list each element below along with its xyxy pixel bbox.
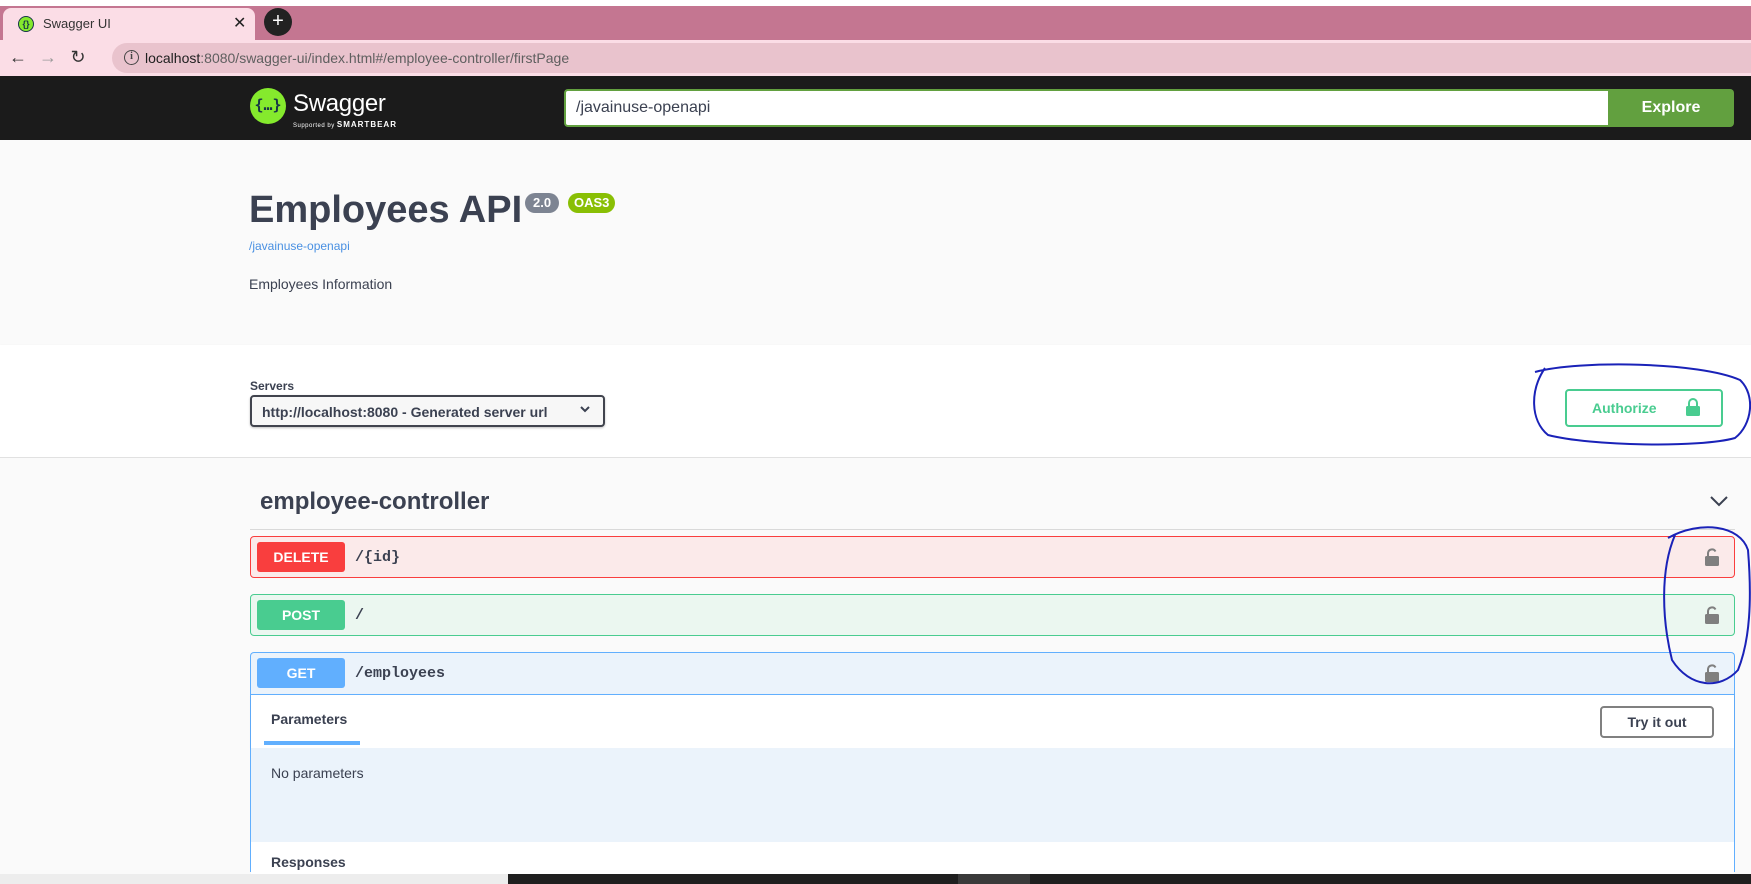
operation-get-employees[interactable]: GET /employees Parameters Try it out No … (250, 652, 1735, 882)
api-title: Employees API (249, 189, 523, 231)
spec-url-input[interactable] (564, 89, 1610, 127)
tab-title: Swagger UI (43, 16, 111, 31)
api-description: Employees Information (249, 276, 393, 292)
oas-badge: OAS3 (568, 193, 616, 213)
tab-parameters[interactable]: Parameters (271, 711, 347, 727)
swagger-topbar: {…} Swagger Supported by SMARTBEAR Explo… (0, 76, 1751, 140)
browser-tab[interactable]: {} Swagger UI ✕ (3, 8, 255, 40)
chevron-down-icon[interactable] (1709, 494, 1729, 513)
version-badge: 2.0 (525, 193, 560, 213)
api-info: Employees API 2.0 OAS3 /javainuse-openap… (0, 140, 1751, 345)
lock-icon[interactable] (1704, 547, 1720, 572)
tag-header-employee-controller[interactable]: employee-controller (250, 485, 1735, 530)
authorize-label: Authorize (1592, 400, 1657, 416)
method-badge-delete: DELETE (257, 542, 345, 572)
reload-icon[interactable]: ↻ (66, 45, 90, 69)
operation-path: /{id} (355, 549, 401, 566)
taskbar-strip (0, 874, 1751, 884)
url-path: :8080/swagger-ui/index.html#/employee-co… (200, 50, 570, 66)
tag-title: employee-controller (260, 488, 490, 515)
url-host: localhost (145, 50, 201, 66)
browser-toolbar: ← → ↻ i localhost:8080/swagger-ui/index.… (0, 40, 1751, 76)
address-url[interactable]: localhost:8080/swagger-ui/index.html#/em… (145, 50, 569, 66)
chevron-down-icon (579, 403, 591, 418)
new-tab-button[interactable]: + (264, 8, 292, 36)
address-bar[interactable]: i localhost:8080/swagger-ui/index.html#/… (112, 43, 1751, 73)
method-badge-post: POST (257, 600, 345, 630)
lock-icon[interactable] (1704, 605, 1720, 630)
servers-select[interactable]: http://localhost:8080 - Generated server… (250, 395, 605, 427)
operations-section: employee-controller DELETE /{id} POST / … (0, 458, 1751, 884)
tagline-brand: SMARTBEAR (336, 120, 397, 129)
operation-delete-id[interactable]: DELETE /{id} (250, 536, 1735, 578)
authorize-button[interactable]: Authorize (1565, 389, 1723, 427)
parameters-body: No parameters (251, 748, 1734, 842)
tab-close-icon[interactable]: ✕ (233, 13, 246, 33)
servers-label: Servers (250, 379, 295, 393)
scheme-container: Servers http://localhost:8080 - Generate… (0, 345, 1751, 458)
parameters-header: Parameters Try it out (251, 694, 1734, 748)
taskbar-search-area (0, 874, 508, 884)
operation-body: Parameters Try it out No parameters Resp… (251, 694, 1734, 882)
lock-icon (1685, 397, 1701, 422)
operation-post-root[interactable]: POST / (250, 594, 1735, 636)
operation-path: / (355, 607, 365, 624)
method-badge-get: GET (257, 658, 345, 688)
tagline-prefix: Supported by (293, 123, 335, 129)
swagger-favicon-icon: {} (18, 16, 34, 32)
info-icon[interactable]: i (124, 50, 139, 65)
smartbear-tagline: Supported by SMARTBEAR (293, 120, 397, 129)
active-tab-underline (264, 741, 360, 745)
forward-arrow-icon[interactable]: → (36, 45, 60, 69)
swagger-logo-text[interactable]: Swagger (293, 90, 386, 118)
servers-selected-value: http://localhost:8080 - Generated server… (262, 404, 548, 420)
lock-icon[interactable] (1704, 663, 1720, 688)
explore-button[interactable]: Explore (1608, 89, 1734, 127)
responses-label: Responses (271, 854, 346, 870)
no-parameters-text: No parameters (271, 765, 364, 781)
operation-path: /employees (355, 665, 446, 682)
browser-tab-strip: {} Swagger UI ✕ + (0, 6, 1751, 40)
taskbar-active-item (958, 874, 1030, 884)
swagger-logo-icon[interactable]: {…} (250, 88, 286, 124)
back-arrow-icon[interactable]: ← (6, 45, 30, 69)
spec-link[interactable]: /javainuse-openapi (249, 239, 350, 253)
try-it-out-button[interactable]: Try it out (1600, 706, 1714, 738)
